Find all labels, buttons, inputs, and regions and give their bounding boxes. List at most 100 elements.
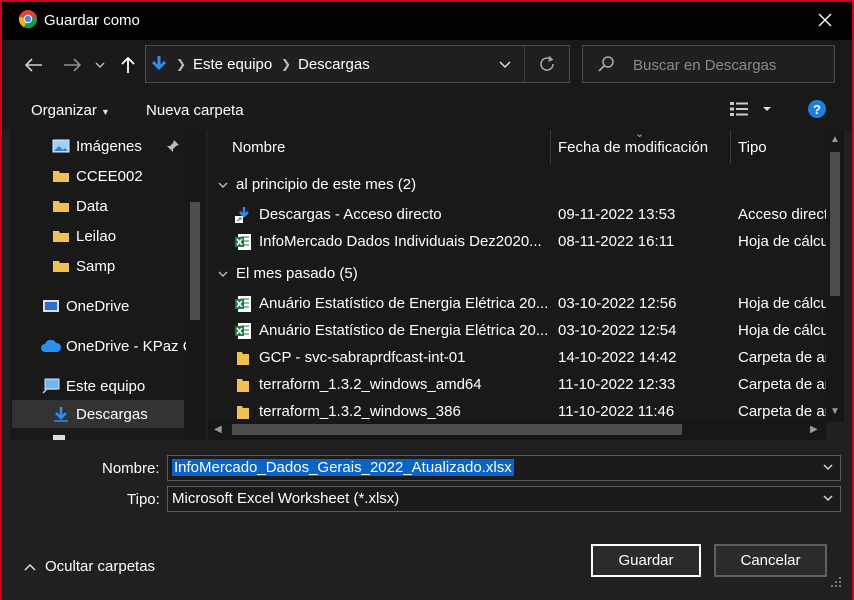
file-date: 03-10-2022 12:54 xyxy=(558,322,677,339)
file-type-value: Microsoft Excel Worksheet (*.xlsx) xyxy=(172,490,400,507)
file-type: Hoja de cálcu xyxy=(738,233,826,250)
file-type: Acceso direct xyxy=(738,206,826,223)
group-header[interactable]: al principio de este mes (2) xyxy=(218,176,416,193)
file-list-vertical-scrollbar[interactable]: ▲ ▼ xyxy=(826,130,844,422)
chevron-up-icon xyxy=(24,563,36,571)
sidebar-item-samp[interactable]: Samp xyxy=(10,252,184,280)
recent-locations-button[interactable] xyxy=(92,53,108,77)
refresh-icon[interactable] xyxy=(538,55,556,73)
up-arrow-icon xyxy=(121,56,135,73)
column-divider[interactable] xyxy=(550,130,551,164)
column-header-date[interactable]: Fecha de modificación xyxy=(558,139,708,156)
cancel-button[interactable]: Cancelar xyxy=(714,544,827,577)
search-box[interactable]: Buscar en Descargas xyxy=(582,45,835,83)
scroll-up-icon[interactable]: ▲ xyxy=(830,134,840,145)
scroll-left-icon[interactable]: ◀ xyxy=(214,424,222,435)
file-name-input[interactable]: InfoMercado_Dados_Gerais_2022_Atualizado… xyxy=(167,455,841,481)
title-bar: Guardar como xyxy=(2,2,852,40)
search-placeholder: Buscar en Descargas xyxy=(633,57,777,74)
scrollbar-thumb[interactable] xyxy=(830,152,840,296)
group-header[interactable]: El mes pasado (5) xyxy=(218,265,358,282)
file-row[interactable]: GCP - svc-sabraprdfcast-int-01 14-10-202… xyxy=(208,344,826,371)
file-date: 11-10-2022 12:33 xyxy=(558,376,676,393)
file-date: 11-10-2022 11:46 xyxy=(558,403,675,420)
address-bar[interactable]: ❯ Este equipo ❯ Descargas xyxy=(145,45,570,83)
close-button[interactable] xyxy=(810,6,840,34)
file-row[interactable]: InfoMercado Dados Individuais Dez2020...… xyxy=(208,228,826,255)
column-divider[interactable] xyxy=(730,130,731,164)
scrollbar-thumb[interactable] xyxy=(232,424,682,435)
sidebar-item-descargas[interactable]: Descargas xyxy=(12,400,184,428)
new-folder-button[interactable]: Nueva carpeta xyxy=(146,102,244,119)
chevron-down-icon[interactable] xyxy=(822,461,834,473)
chevron-down-icon xyxy=(95,62,105,68)
save-button[interactable]: Guardar xyxy=(591,544,701,577)
hide-folders-button[interactable]: Ocultar carpetas xyxy=(24,558,155,575)
back-button[interactable] xyxy=(22,53,46,77)
sidebar-item-onedrive[interactable]: OneDrive xyxy=(10,292,184,320)
sidebar-item-leilao[interactable]: Leilao xyxy=(10,222,184,250)
close-icon xyxy=(818,13,832,27)
details-view-icon xyxy=(730,102,771,116)
scroll-right-icon[interactable]: ▶ xyxy=(810,424,818,435)
chevron-down-icon[interactable] xyxy=(498,57,512,71)
file-name: Anuário Estatístico de Energia Elétrica … xyxy=(259,322,549,339)
forward-button[interactable] xyxy=(60,53,84,77)
group-label: al principio de este mes (2) xyxy=(236,176,417,193)
scroll-down-icon[interactable]: ▼ xyxy=(830,406,840,417)
forward-arrow-icon xyxy=(64,58,81,72)
column-header-name[interactable]: Nombre xyxy=(232,139,285,156)
hide-folders-label: Ocultar carpetas xyxy=(45,558,156,575)
sidebar-item-label: OneDrive - KPaz C xyxy=(66,337,194,355)
sidebar-item-onedrive-kpaz[interactable]: OneDrive - KPaz C xyxy=(10,332,194,360)
scrollbar-thumb[interactable] xyxy=(190,202,200,320)
breadcrumb-separator-icon: ❯ xyxy=(176,57,187,71)
onedrive-icon xyxy=(43,300,59,312)
file-date: 03-10-2022 12:56 xyxy=(558,295,677,312)
chevron-down-icon[interactable] xyxy=(822,492,834,504)
file-date: 09-11-2022 13:53 xyxy=(558,206,676,223)
file-row[interactable]: Descargas - Acceso directo 09-11-2022 13… xyxy=(208,201,826,228)
divider xyxy=(524,46,525,82)
pictures-icon xyxy=(52,139,70,153)
sidebar-item-label: Imágenes xyxy=(76,137,142,155)
sidebar-item-ccee002[interactable]: CCEE002 xyxy=(10,162,184,190)
help-button[interactable]: ? xyxy=(808,100,826,118)
file-type: Carpeta de ar xyxy=(738,403,826,420)
save-as-dialog: Guardar como ❯ Este equipo ❯ Descargas B… xyxy=(0,0,854,600)
file-row[interactable]: Anuário Estatístico de Energia Elétrica … xyxy=(208,317,826,344)
file-type: Hoja de cálcu xyxy=(738,322,826,339)
breadcrumb-separator-icon: ❯ xyxy=(281,57,292,71)
excel-icon xyxy=(235,296,251,312)
window-title: Guardar como xyxy=(44,12,140,29)
folder-icon xyxy=(53,171,69,182)
chevron-down-icon xyxy=(218,271,228,277)
up-button[interactable] xyxy=(116,53,140,77)
column-header-type[interactable]: Tipo xyxy=(738,139,767,156)
breadcrumb-descargas[interactable]: Descargas xyxy=(298,56,370,73)
file-name: Anuário Estatístico de Energia Elétrica … xyxy=(259,295,549,312)
file-list-horizontal-scrollbar[interactable]: ◀ ▶ xyxy=(208,420,826,440)
sidebar-item-data[interactable]: Data xyxy=(10,192,184,220)
shortcut-icon xyxy=(235,207,249,223)
view-options-button[interactable] xyxy=(730,101,776,120)
file-name-label: Nombre: xyxy=(102,460,160,477)
organize-button[interactable]: Organizar ▼ xyxy=(31,102,110,119)
column-headers: Nombre ⌄ Fecha de modificación Tipo xyxy=(208,130,826,166)
sidebar-item-este-equipo[interactable]: Este equipo xyxy=(10,372,184,400)
breadcrumb-este-equipo[interactable]: Este equipo xyxy=(193,56,272,73)
file-row[interactable]: Anuário Estatístico de Energia Elétrica … xyxy=(208,290,826,317)
command-bar: Organizar ▼ Nueva carpeta ? xyxy=(2,90,852,130)
chrome-icon xyxy=(18,10,38,29)
file-type-select[interactable]: Microsoft Excel Worksheet (*.xlsx) xyxy=(167,486,841,512)
sidebar-scrollbar[interactable] xyxy=(186,130,204,440)
download-icon xyxy=(151,56,167,71)
sidebar-item-imagenes[interactable]: Imágenes xyxy=(10,132,184,160)
cloud-icon xyxy=(41,339,62,352)
resize-grip-icon[interactable] xyxy=(830,576,842,588)
folder-icon xyxy=(53,261,69,272)
file-row[interactable]: terraform_1.3.2_windows_amd64 11-10-2022… xyxy=(208,371,826,398)
file-date: 08-11-2022 16:11 xyxy=(558,233,675,250)
navigation-pane: Imágenes CCEE002 Data Leilao Samp OneDri… xyxy=(10,130,206,440)
pin-icon[interactable] xyxy=(166,139,180,153)
